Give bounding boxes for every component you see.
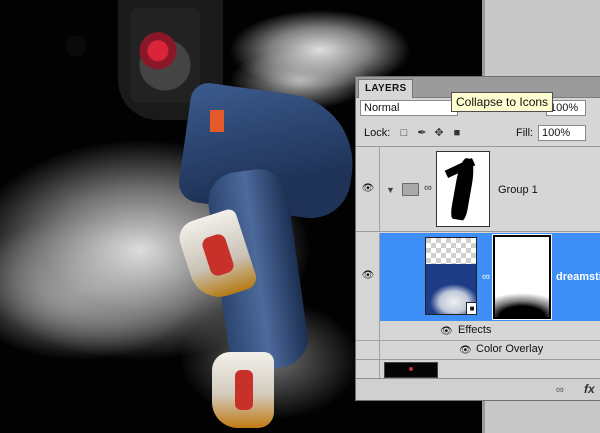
group-name[interactable]: Group 1 (498, 184, 538, 196)
layer-thumbnail[interactable]: ■ (425, 237, 477, 315)
lock-position-icon[interactable]: ✥ (433, 127, 445, 139)
eye-icon[interactable]: 👁 (459, 345, 472, 356)
visibility-column (356, 360, 380, 378)
visibility-column: 👁 (356, 147, 380, 231)
chain-link-icon[interactable]: ∞ (424, 182, 432, 194)
mask-gradient (495, 283, 549, 317)
layer-name[interactable]: dreamsti (556, 271, 600, 283)
belt-tag (210, 110, 224, 132)
jacket-graphic-print (130, 8, 200, 103)
dancer-hand (66, 36, 86, 56)
visibility-column (356, 340, 380, 359)
fx-icon[interactable]: fx (584, 382, 595, 396)
visibility-column (356, 321, 380, 340)
lock-all-icon[interactable]: ■ (451, 127, 463, 139)
effects-row[interactable]: 👁 Effects (356, 321, 600, 341)
color-overlay-label: Color Overlay (476, 343, 544, 355)
link-layers-icon[interactable]: ∞ (556, 384, 564, 396)
fill-field[interactable]: 100% (538, 125, 586, 141)
layer-mask-thumbnail[interactable] (492, 234, 552, 320)
expand-triangle-icon[interactable]: ▼ (386, 185, 395, 195)
visibility-column: 👁 (356, 233, 380, 321)
group-mask-thumbnail[interactable] (436, 151, 490, 227)
blend-mode-select[interactable]: Normal (360, 100, 458, 116)
smart-object-badge-icon: ■ (466, 302, 476, 314)
folder-icon (402, 183, 419, 196)
layer-row-dreamstime[interactable]: 👁 ■ ∞ dreamsti (356, 233, 600, 321)
tab-layers[interactable]: LAYERS (358, 79, 414, 98)
thumbnail-detail (409, 367, 413, 371)
chain-link-icon[interactable]: ∞ (482, 271, 490, 283)
eye-icon[interactable]: 👁 (440, 326, 453, 337)
layer-thumbnail[interactable] (384, 362, 438, 378)
shoe-stripe (235, 370, 253, 410)
layers-panel: LAYERS Normal 100% Lock: □ ✒ ✥ ■ Fill: 1… (355, 76, 600, 401)
lock-image-pixels-icon[interactable]: ✒ (416, 127, 428, 139)
lock-label: Lock: (364, 127, 391, 139)
layer-row-background[interactable] (356, 360, 600, 378)
lock-transparent-pixels-icon[interactable]: □ (398, 127, 410, 139)
lock-bar: Lock: □ ✒ ✥ ■ Fill: 100% (356, 122, 600, 147)
eye-icon[interactable]: 👁 (361, 184, 375, 194)
layer-row-group[interactable]: 👁 ▼ ∞ (356, 147, 600, 232)
eye-icon[interactable]: 👁 (361, 271, 375, 281)
panel-footer: ∞ fx (356, 378, 600, 400)
tooltip: Collapse to Icons (451, 92, 554, 112)
effects-label: Effects (458, 324, 492, 336)
fill-label: Fill: (516, 127, 534, 139)
color-overlay-row[interactable]: 👁 Color Overlay (356, 340, 600, 360)
